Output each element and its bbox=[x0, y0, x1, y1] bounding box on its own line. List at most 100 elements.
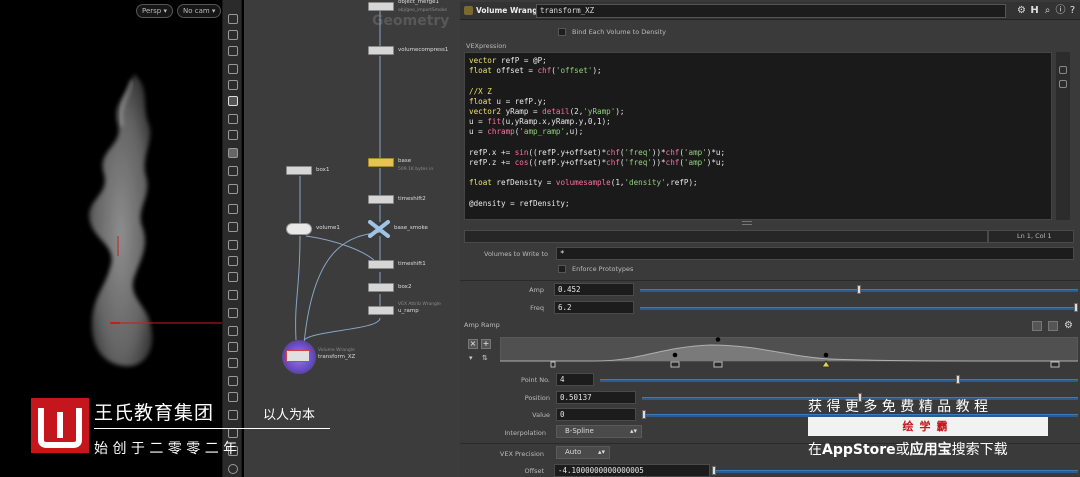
gear-icon[interactable]: ⚙ bbox=[1064, 320, 1073, 331]
node-base-smoke-icon[interactable] bbox=[368, 220, 390, 238]
node-transform-xz[interactable] bbox=[286, 350, 310, 362]
add-point-icon[interactable]: + bbox=[481, 339, 491, 349]
value-label: Value bbox=[532, 411, 550, 419]
square-icon[interactable] bbox=[228, 358, 238, 368]
vex-toggle-icon[interactable] bbox=[1059, 66, 1067, 74]
search-icon[interactable]: ⌕ bbox=[1042, 5, 1053, 16]
code-line: u = fit(u,yRamp.x,yRamp.y,0,1); bbox=[469, 117, 611, 127]
node-box1[interactable] bbox=[286, 166, 312, 175]
stack-icon[interactable] bbox=[228, 410, 238, 420]
code-line: refP.z += cos((refP.y+offset)*chf('freq'… bbox=[469, 157, 726, 167]
interpolation-label: Interpolation bbox=[504, 429, 546, 437]
position-label: Position bbox=[524, 394, 550, 402]
node-timeshift1[interactable] bbox=[368, 260, 394, 269]
promo-text: 或 bbox=[895, 442, 910, 458]
node-type-label: Volume Wrangle bbox=[476, 6, 546, 15]
point-no-slider[interactable] bbox=[600, 379, 1078, 382]
text-abc-icon[interactable] bbox=[228, 376, 238, 386]
point-no-input[interactable]: 4 bbox=[556, 373, 594, 386]
numbering-icon[interactable] bbox=[228, 256, 238, 266]
lock-icon[interactable] bbox=[228, 46, 238, 56]
offset-input[interactable]: -4.1000000000000005 bbox=[554, 464, 710, 477]
info-icon[interactable] bbox=[228, 464, 238, 474]
offset-slider[interactable] bbox=[714, 470, 1078, 473]
node-sublabel: obj/geo_importSmoke bbox=[398, 8, 448, 13]
select-mode-icon[interactable] bbox=[228, 96, 238, 106]
vex-menu-icon[interactable] bbox=[1059, 80, 1067, 88]
group-icon[interactable] bbox=[228, 184, 238, 194]
bind-each-checkbox[interactable] bbox=[558, 28, 566, 36]
offset-slider-handle[interactable] bbox=[712, 466, 716, 475]
vexpression-label: VEXpression bbox=[466, 42, 507, 50]
vex-editor-scrollbar[interactable] bbox=[1056, 52, 1070, 220]
position-input[interactable]: 0.50137 bbox=[556, 391, 636, 404]
branch-icon[interactable] bbox=[228, 342, 238, 352]
point-no-slider-handle[interactable] bbox=[955, 375, 960, 384]
camera-icon[interactable] bbox=[228, 80, 238, 90]
normal-icon[interactable] bbox=[228, 272, 238, 282]
info-icon[interactable]: ⓘ bbox=[1055, 5, 1066, 16]
collapse-chevron-icon[interactable]: ▾ bbox=[469, 354, 473, 362]
dot-icon[interactable] bbox=[228, 204, 238, 214]
vex-precision-dropdown[interactable]: Auto ▴▾ bbox=[556, 446, 610, 459]
company-name: 王氏教育集团 bbox=[94, 402, 215, 424]
uv-icon[interactable] bbox=[228, 290, 238, 300]
arrow-icon[interactable] bbox=[228, 222, 238, 232]
amp-input[interactable]: 0.452 bbox=[554, 283, 634, 296]
code-line: float offset = chf('offset'); bbox=[469, 66, 602, 76]
vex-code-editor[interactable]: vector refP = @P; float offset = chf('of… bbox=[464, 52, 1052, 220]
node-object-merge[interactable] bbox=[368, 2, 394, 11]
flip-ramp-icon[interactable]: ⇅ bbox=[482, 354, 488, 362]
value-slider-handle[interactable] bbox=[642, 410, 646, 419]
ramp-settings-icon[interactable] bbox=[1048, 321, 1058, 331]
node-box2[interactable] bbox=[368, 283, 394, 292]
node-timeshift2[interactable] bbox=[368, 195, 394, 204]
amp-slider-handle[interactable] bbox=[857, 285, 861, 294]
vex-precision-value: Auto bbox=[565, 448, 582, 456]
points-icon[interactable] bbox=[228, 166, 238, 176]
node-u-ramp[interactable] bbox=[368, 306, 394, 315]
editor-resize-handle[interactable] bbox=[742, 221, 752, 225]
help-question-icon[interactable]: ? bbox=[1067, 5, 1078, 16]
help-icon[interactable]: H bbox=[1029, 5, 1040, 16]
section-divider bbox=[460, 280, 1080, 281]
freq-input[interactable]: 6.2 bbox=[554, 301, 634, 314]
freq-slider-handle[interactable] bbox=[1074, 303, 1078, 312]
pen-icon[interactable] bbox=[228, 240, 238, 250]
ramp-editor[interactable] bbox=[500, 337, 1078, 371]
gear-icon[interactable]: ⚙ bbox=[1016, 5, 1027, 16]
light-icon[interactable] bbox=[228, 64, 238, 74]
volumes-input[interactable]: * bbox=[556, 247, 1074, 260]
dropdown-arrow-icon: ▴▾ bbox=[629, 427, 637, 435]
corner-icon[interactable] bbox=[228, 308, 238, 318]
teapot-icon[interactable] bbox=[228, 428, 238, 438]
node-label: timeshift1 bbox=[398, 261, 426, 267]
ramp-preset-icon[interactable] bbox=[1032, 321, 1042, 331]
node-label: transform_XZ bbox=[318, 354, 356, 360]
value-input[interactable]: 0 bbox=[556, 408, 636, 421]
remove-point-icon[interactable]: × bbox=[468, 339, 478, 349]
freq-label: Freq bbox=[530, 304, 544, 312]
interpolation-dropdown[interactable]: B-Spline ▴▾ bbox=[556, 425, 642, 438]
bulb-icon[interactable] bbox=[228, 114, 238, 124]
freq-slider[interactable] bbox=[640, 307, 1078, 310]
crop-icon[interactable] bbox=[228, 326, 238, 336]
promo-appstore: AppStore bbox=[822, 442, 896, 458]
bulb-outline-icon[interactable] bbox=[228, 130, 238, 140]
enforce-prototypes-checkbox[interactable] bbox=[558, 265, 566, 273]
grid-icon[interactable] bbox=[228, 148, 238, 158]
offset-label: Offset bbox=[524, 467, 544, 475]
company-slogan: 以人为本 bbox=[263, 408, 316, 423]
node-volumecompress[interactable] bbox=[368, 46, 394, 55]
cursor-position: Ln 1, Col 1 bbox=[988, 230, 1074, 243]
promo-app-store-cn: 应用宝 bbox=[909, 442, 952, 458]
company-logo bbox=[31, 398, 89, 453]
eye-icon[interactable] bbox=[228, 14, 238, 24]
cube-icon[interactable] bbox=[228, 392, 238, 402]
node-name-field[interactable]: transform_XZ bbox=[536, 4, 1006, 18]
snapshot-icon[interactable] bbox=[228, 30, 238, 40]
bind-each-label: Bind Each Volume to Density bbox=[572, 28, 666, 36]
viewport-toolbar bbox=[222, 0, 242, 477]
node-base[interactable] bbox=[368, 158, 394, 167]
node-volume1[interactable] bbox=[286, 223, 312, 235]
